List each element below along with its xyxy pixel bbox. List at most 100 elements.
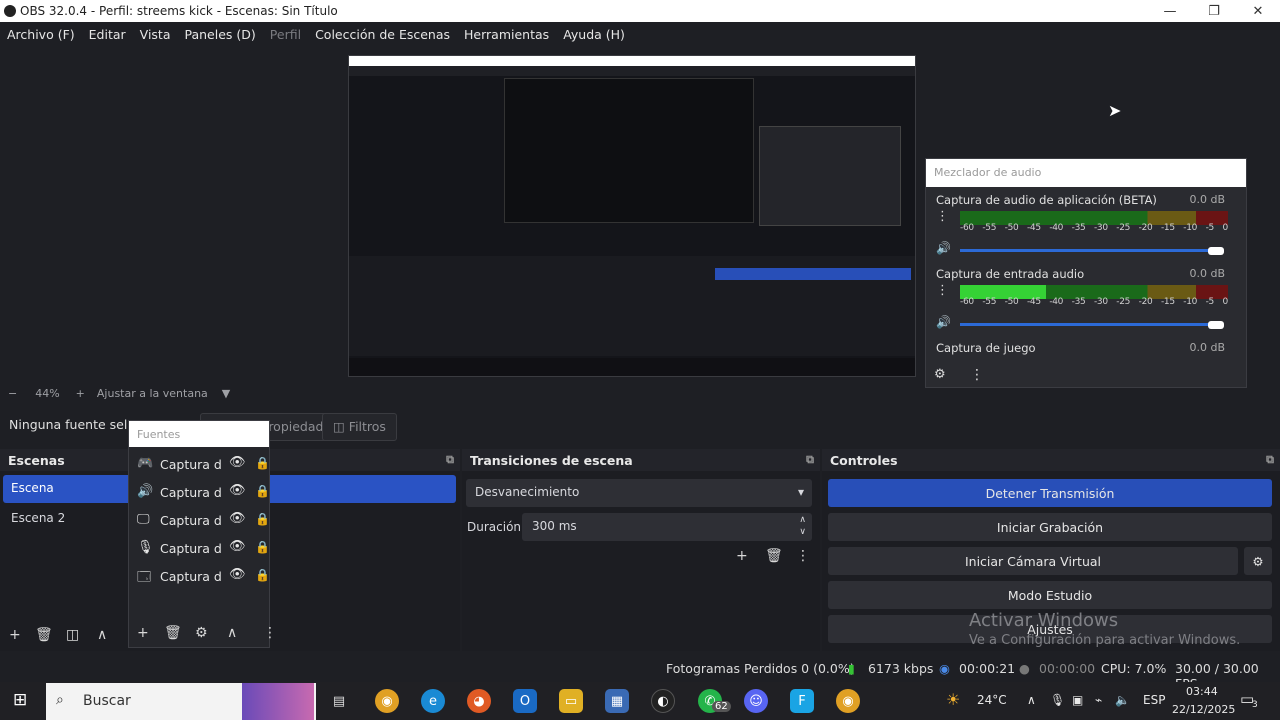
- zoom-in-icon[interactable]: +: [76, 387, 85, 400]
- duration-value: 300 ms: [532, 519, 577, 533]
- source-item[interactable]: 🎙 Captura d 👁 🔒: [137, 539, 270, 559]
- source-item[interactable]: 🔊 Captura d 👁 🔒: [137, 483, 270, 503]
- windows-start-icon[interactable]: ⊞: [13, 690, 27, 710]
- add-scene-icon[interactable]: +: [9, 627, 21, 643]
- tray-chevron-icon[interactable]: ∧: [1027, 693, 1036, 707]
- temperature[interactable]: 24°C: [977, 693, 1007, 707]
- transition-select[interactable]: Desvanecimiento ▾: [466, 479, 812, 507]
- speaker-icon[interactable]: 🔊: [936, 241, 951, 255]
- stepper-icon[interactable]: ∧ ∨: [799, 514, 806, 538]
- menu-paneles[interactable]: Paneles (D): [185, 27, 256, 42]
- monitor-icon: 🖵: [137, 512, 150, 527]
- network-icon[interactable]: ⌁: [1095, 693, 1102, 707]
- microphone-icon[interactable]: 🎙: [1050, 693, 1065, 707]
- lock-icon[interactable]: 🔒: [255, 540, 270, 554]
- meter-tick: -55: [982, 223, 997, 233]
- trash-icon[interactable]: 🗑: [164, 625, 182, 641]
- start-recording-button[interactable]: Iniciar Grabación: [828, 513, 1272, 541]
- speaker-icon[interactable]: 🔊: [936, 315, 951, 329]
- volume-slider[interactable]: [960, 323, 1220, 326]
- trash-icon[interactable]: 🗑: [765, 548, 783, 564]
- lock-icon[interactable]: 🔒: [255, 456, 270, 470]
- eye-icon[interactable]: 👁: [229, 567, 246, 582]
- weather-icon[interactable]: ☀: [946, 690, 960, 709]
- zoom-bar: − 44% + Ajustar a la ventana ▼: [0, 384, 925, 402]
- source-item[interactable]: 🎮 Captura d 👁 🔒: [137, 455, 270, 475]
- channel-menu-icon[interactable]: ⋮: [936, 284, 949, 297]
- volume-knob[interactable]: [1208, 321, 1224, 329]
- clock-time[interactable]: 03:44: [1186, 685, 1218, 698]
- filters-label: Filtros: [348, 419, 386, 434]
- menu-coleccion[interactable]: Colección de Escenas: [315, 27, 450, 42]
- menu-vista[interactable]: Vista: [140, 27, 171, 42]
- chrome-icon[interactable]: ◉: [375, 689, 399, 713]
- scene-item-escena-2[interactable]: Escena 2: [3, 505, 123, 533]
- menu-perfil[interactable]: Perfil: [270, 27, 301, 42]
- gear-icon[interactable]: ⚙: [195, 625, 208, 641]
- clock-date[interactable]: 22/12/2025: [1172, 703, 1235, 716]
- channel-menu-icon[interactable]: ⋮: [936, 210, 949, 223]
- more-icon[interactable]: ⋮: [796, 548, 810, 564]
- menu-herramientas[interactable]: Herramientas: [464, 27, 549, 42]
- eye-icon[interactable]: 👁: [229, 511, 246, 526]
- lock-icon[interactable]: 🔒: [255, 512, 270, 526]
- stop-stream-button[interactable]: Detener Transmisión: [828, 479, 1272, 507]
- trash-icon[interactable]: 🗑: [35, 627, 53, 643]
- menu-editar[interactable]: Editar: [89, 27, 126, 42]
- outlook-icon[interactable]: O: [513, 689, 537, 713]
- activation-watermark: Activar Windows: [969, 610, 1119, 631]
- meter-tick: -40: [1049, 223, 1064, 233]
- restore-button[interactable]: ❐: [1192, 0, 1236, 22]
- gear-icon[interactable]: ⚙: [1244, 547, 1272, 575]
- close-button[interactable]: ✕: [1236, 0, 1280, 22]
- studio-mode-button[interactable]: Modo Estudio: [828, 581, 1272, 609]
- volume-slider[interactable]: [960, 249, 1220, 252]
- add-transition-icon[interactable]: +: [736, 548, 748, 564]
- source-name: Captura d: [160, 457, 222, 472]
- float-dock-icon[interactable]: ⧉: [806, 453, 814, 467]
- zoom-fit[interactable]: Ajustar a la ventana: [97, 387, 208, 400]
- task-view-icon[interactable]: ▤: [327, 689, 351, 713]
- menu-archivo[interactable]: Archivo (F): [7, 27, 75, 42]
- file-explorer-icon[interactable]: ▭: [559, 689, 583, 713]
- discord-icon[interactable]: ☺: [744, 689, 768, 713]
- mixer-menu-icon[interactable]: ⋮: [970, 367, 984, 383]
- source-item[interactable]: 🗔 Captura d 👁 🔒: [137, 567, 270, 587]
- firefox-icon[interactable]: ◕: [467, 689, 491, 713]
- meter-tick: -30: [1093, 297, 1108, 307]
- menu-ayuda[interactable]: Ayuda (H): [563, 27, 625, 42]
- minimize-button[interactable]: —: [1148, 0, 1192, 22]
- zoom-out-icon[interactable]: −: [8, 387, 17, 400]
- window-icon: 🗔: [137, 570, 152, 585]
- chrome-profile-icon[interactable]: ◉: [836, 689, 860, 713]
- taskbar-search[interactable]: ⌕ Buscar: [46, 683, 316, 720]
- eye-icon[interactable]: 👁: [229, 455, 246, 470]
- obs-taskbar-icon[interactable]: ◐: [651, 689, 675, 713]
- camera-icon[interactable]: ▣: [1072, 693, 1083, 707]
- mixer-title: Mezclador de audio: [926, 159, 1246, 187]
- move-up-icon[interactable]: ∧: [97, 627, 107, 643]
- chevron-down-icon[interactable]: ▼: [222, 387, 230, 400]
- float-dock-icon[interactable]: ⧉: [1266, 453, 1274, 467]
- source-item[interactable]: 🖵 Captura d 👁 🔒: [137, 511, 270, 531]
- add-source-icon[interactable]: +: [137, 625, 149, 641]
- language[interactable]: ESP: [1143, 693, 1165, 707]
- float-dock-icon[interactable]: ⧉: [446, 453, 454, 467]
- duration-input[interactable]: 300 ms ∧ ∨: [522, 513, 812, 541]
- more-icon[interactable]: ⋮: [263, 625, 277, 641]
- lock-icon[interactable]: 🔒: [255, 568, 270, 582]
- calculator-icon[interactable]: ▦: [605, 689, 629, 713]
- app-icon[interactable]: F: [790, 689, 814, 713]
- volume-icon[interactable]: 🔈: [1115, 693, 1130, 707]
- virtual-camera-button[interactable]: Iniciar Cámara Virtual: [828, 547, 1238, 575]
- mixer-channel-input: Captura de entrada audio 0.0 dB ⋮ -60 -55…: [936, 267, 1231, 329]
- advanced-audio-gear-icon[interactable]: ⚙: [934, 367, 946, 382]
- edge-icon[interactable]: e: [421, 689, 445, 713]
- eye-icon[interactable]: 👁: [229, 483, 246, 498]
- filters-button[interactable]: ◫ Filtros: [322, 413, 397, 441]
- eye-icon[interactable]: 👁: [229, 539, 246, 554]
- filter-scene-icon[interactable]: ◫: [66, 627, 79, 643]
- move-up-icon[interactable]: ∧: [227, 625, 237, 641]
- volume-knob[interactable]: [1208, 247, 1224, 255]
- lock-icon[interactable]: 🔒: [255, 484, 270, 498]
